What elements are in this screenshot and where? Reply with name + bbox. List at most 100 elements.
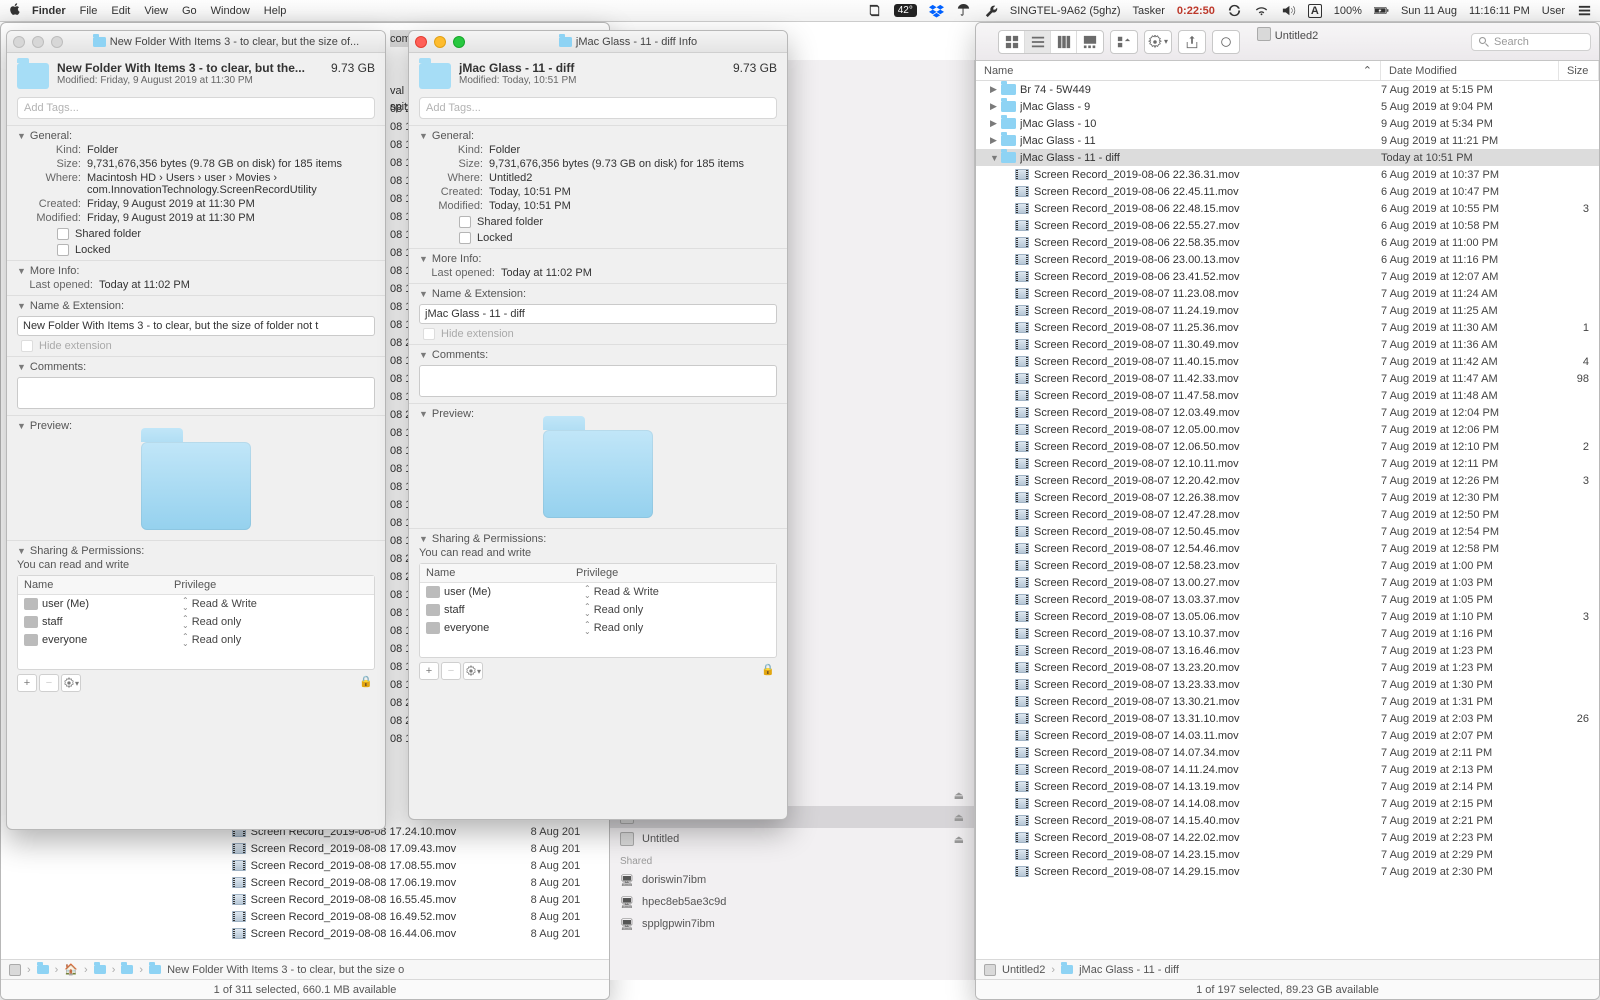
- file-row[interactable]: Screen Record_2019-08-07 13.10.37.mov7 A…: [976, 625, 1599, 642]
- keyboard-icon[interactable]: A: [1308, 4, 1322, 18]
- sidebar-shared-item[interactable]: 🖥hpec8eb5ae3c9d: [610, 891, 974, 913]
- zoom-button[interactable]: [453, 36, 465, 48]
- file-row[interactable]: Screen Record_2019-08-07 13.30.21.mov7 A…: [976, 693, 1599, 710]
- file-row[interactable]: Screen Record_2019-08-07 11.42.33.mov7 A…: [976, 370, 1599, 387]
- file-row[interactable]: Screen Record_2019-08-08 16.55.45.mov8 A…: [201, 891, 609, 908]
- action-menu-button[interactable]: ▾: [61, 674, 81, 692]
- close-button[interactable]: [415, 36, 427, 48]
- file-row[interactable]: Screen Record_2019-08-07 12.54.46.mov7 A…: [976, 540, 1599, 557]
- tags-field[interactable]: Add Tags...: [17, 97, 375, 119]
- folder-row[interactable]: ▶ jMac Glass - 95 Aug 2019 at 9:04 PM: [976, 98, 1599, 115]
- menu-file[interactable]: File: [80, 5, 98, 17]
- file-row[interactable]: Screen Record_2019-08-07 14.15.40.mov7 A…: [976, 812, 1599, 829]
- path-segment[interactable]: Untitled2: [1002, 964, 1045, 976]
- file-row[interactable]: Screen Record_2019-08-07 14.13.19.mov7 A…: [976, 778, 1599, 795]
- locked-checkbox[interactable]: Locked: [57, 244, 375, 256]
- file-row[interactable]: Screen Record_2019-08-07 11.23.08.mov7 A…: [976, 285, 1599, 302]
- comments-field[interactable]: [17, 377, 375, 409]
- file-row[interactable]: Screen Record_2019-08-06 22.48.15.mov6 A…: [976, 200, 1599, 217]
- file-row[interactable]: Screen Record_2019-08-07 13.00.27.mov7 A…: [976, 574, 1599, 591]
- file-row[interactable]: Screen Record_2019-08-07 13.23.33.mov7 A…: [976, 676, 1599, 693]
- col-date[interactable]: Date Modified: [1381, 61, 1559, 80]
- menu-window[interactable]: Window: [211, 5, 250, 17]
- lock-icon[interactable]: 🔒: [359, 675, 375, 691]
- volume-icon[interactable]: [1281, 3, 1296, 18]
- file-row[interactable]: Screen Record_2019-08-07 11.25.36.mov7 A…: [976, 319, 1599, 336]
- action-menu-button[interactable]: ▾: [463, 662, 483, 680]
- disclosure-triangle-icon[interactable]: ▶: [990, 101, 1000, 112]
- disclosure-triangle-icon[interactable]: ▶: [990, 135, 1000, 146]
- perm-row[interactable]: staff⌃⌄Read only: [18, 613, 374, 631]
- section-preview[interactable]: ▼Preview:: [419, 408, 777, 420]
- date-text[interactable]: Sun 11 Aug: [1401, 5, 1457, 17]
- section-permissions[interactable]: ▼Sharing & Permissions:: [17, 545, 375, 557]
- file-row[interactable]: Screen Record_2019-08-07 12.03.49.mov7 A…: [976, 404, 1599, 421]
- sync-icon[interactable]: [1227, 3, 1242, 18]
- notification-center-icon[interactable]: [1577, 3, 1592, 18]
- folder-row[interactable]: ▶ jMac Glass - 109 Aug 2019 at 5:34 PM: [976, 115, 1599, 132]
- perm-row[interactable]: user (Me)⌃⌄Read & Write: [420, 583, 776, 601]
- perm-row[interactable]: user (Me)⌃⌄Read & Write: [18, 595, 374, 613]
- script-menu-icon[interactable]: [867, 3, 882, 18]
- perm-row[interactable]: staff⌃⌄Read only: [420, 601, 776, 619]
- section-name-ext[interactable]: ▼Name & Extension:: [419, 288, 777, 300]
- disclosure-triangle-icon[interactable]: ▶: [990, 118, 1000, 129]
- file-row[interactable]: Screen Record_2019-08-06 22.58.35.mov6 A…: [976, 234, 1599, 251]
- sidebar-shared-item[interactable]: 🖥spplgpwin7ibm: [610, 913, 974, 935]
- file-row[interactable]: Screen Record_2019-08-07 11.24.19.mov7 A…: [976, 302, 1599, 319]
- zoom-button[interactable]: [51, 36, 63, 48]
- hide-extension-checkbox[interactable]: Hide extension: [21, 340, 375, 352]
- file-row[interactable]: Screen Record_2019-08-07 12.06.50.mov7 A…: [976, 438, 1599, 455]
- eject-icon[interactable]: ⏏: [954, 833, 964, 846]
- file-row[interactable]: Screen Record_2019-08-08 16.44.06.mov8 A…: [201, 925, 609, 942]
- section-comments[interactable]: ▼Comments:: [17, 361, 375, 373]
- file-row[interactable]: Screen Record_2019-08-06 23.00.13.mov6 A…: [976, 251, 1599, 268]
- path-segment[interactable]: jMac Glass - 11 - diff: [1079, 964, 1179, 976]
- file-row[interactable]: Screen Record_2019-08-06 22.45.11.mov6 A…: [976, 183, 1599, 200]
- section-name-ext[interactable]: ▼Name & Extension:: [17, 300, 375, 312]
- file-row[interactable]: Screen Record_2019-08-07 13.05.06.mov7 A…: [976, 608, 1599, 625]
- file-row[interactable]: Screen Record_2019-08-07 14.07.34.mov7 A…: [976, 744, 1599, 761]
- menu-edit[interactable]: Edit: [111, 5, 130, 17]
- umbrella-icon[interactable]: [956, 3, 971, 18]
- file-row[interactable]: Screen Record_2019-08-08 17.09.43.mov8 A…: [201, 840, 609, 857]
- file-row[interactable]: Screen Record_2019-08-07 14.22.02.mov7 A…: [976, 829, 1599, 846]
- name-extension-field[interactable]: jMac Glass - 11 - diff: [419, 304, 777, 324]
- close-button[interactable]: [13, 36, 25, 48]
- shared-folder-checkbox[interactable]: Shared folder: [459, 216, 777, 228]
- battery-text[interactable]: 100%: [1334, 5, 1362, 17]
- tool-icon[interactable]: [983, 3, 998, 18]
- file-row[interactable]: Screen Record_2019-08-07 12.05.00.mov7 A…: [976, 421, 1599, 438]
- comments-field[interactable]: [419, 365, 777, 397]
- sidebar-item-untitled[interactable]: Untitled⏏: [610, 828, 974, 850]
- file-row[interactable]: Screen Record_2019-08-07 14.14.08.mov7 A…: [976, 795, 1599, 812]
- tags-field[interactable]: Add Tags...: [419, 97, 777, 119]
- remove-user-button[interactable]: −: [441, 662, 461, 680]
- section-more-info[interactable]: ▼More Info:: [419, 253, 777, 265]
- add-user-button[interactable]: +: [17, 674, 37, 692]
- menu-help[interactable]: Help: [264, 5, 287, 17]
- minimize-button[interactable]: [32, 36, 44, 48]
- minimize-button[interactable]: [434, 36, 446, 48]
- file-row[interactable]: Screen Record_2019-08-07 11.30.49.mov7 A…: [976, 336, 1599, 353]
- file-row[interactable]: Screen Record_2019-08-07 12.26.38.mov7 A…: [976, 489, 1599, 506]
- file-row[interactable]: Screen Record_2019-08-07 14.29.15.mov7 A…: [976, 863, 1599, 880]
- left-path-bar[interactable]: › › 🏠› › › New Folder With Items 3 - to …: [1, 959, 609, 979]
- folder-row[interactable]: ▶ jMac Glass - 119 Aug 2019 at 11:21 PM: [976, 132, 1599, 149]
- section-general[interactable]: ▼General:: [419, 130, 777, 142]
- section-permissions[interactable]: ▼Sharing & Permissions:: [419, 533, 777, 545]
- file-row[interactable]: Screen Record_2019-08-07 14.11.24.mov7 A…: [976, 761, 1599, 778]
- file-row[interactable]: Screen Record_2019-08-07 12.10.11.mov7 A…: [976, 455, 1599, 472]
- perm-row[interactable]: everyone⌃⌄Read only: [420, 619, 776, 637]
- section-preview[interactable]: ▼Preview:: [17, 420, 375, 432]
- menu-go[interactable]: Go: [182, 5, 197, 17]
- file-row[interactable]: Screen Record_2019-08-07 12.47.28.mov7 A…: [976, 506, 1599, 523]
- tasker-menu[interactable]: Tasker: [1133, 5, 1165, 17]
- battery-icon[interactable]: [1374, 3, 1389, 18]
- perm-row[interactable]: everyone⌃⌄Read only: [18, 631, 374, 649]
- apple-logo-icon[interactable]: [8, 2, 22, 19]
- temp-badge[interactable]: 42°: [894, 4, 917, 17]
- section-comments[interactable]: ▼Comments:: [419, 349, 777, 361]
- file-row[interactable]: Screen Record_2019-08-07 11.40.15.mov7 A…: [976, 353, 1599, 370]
- add-user-button[interactable]: +: [419, 662, 439, 680]
